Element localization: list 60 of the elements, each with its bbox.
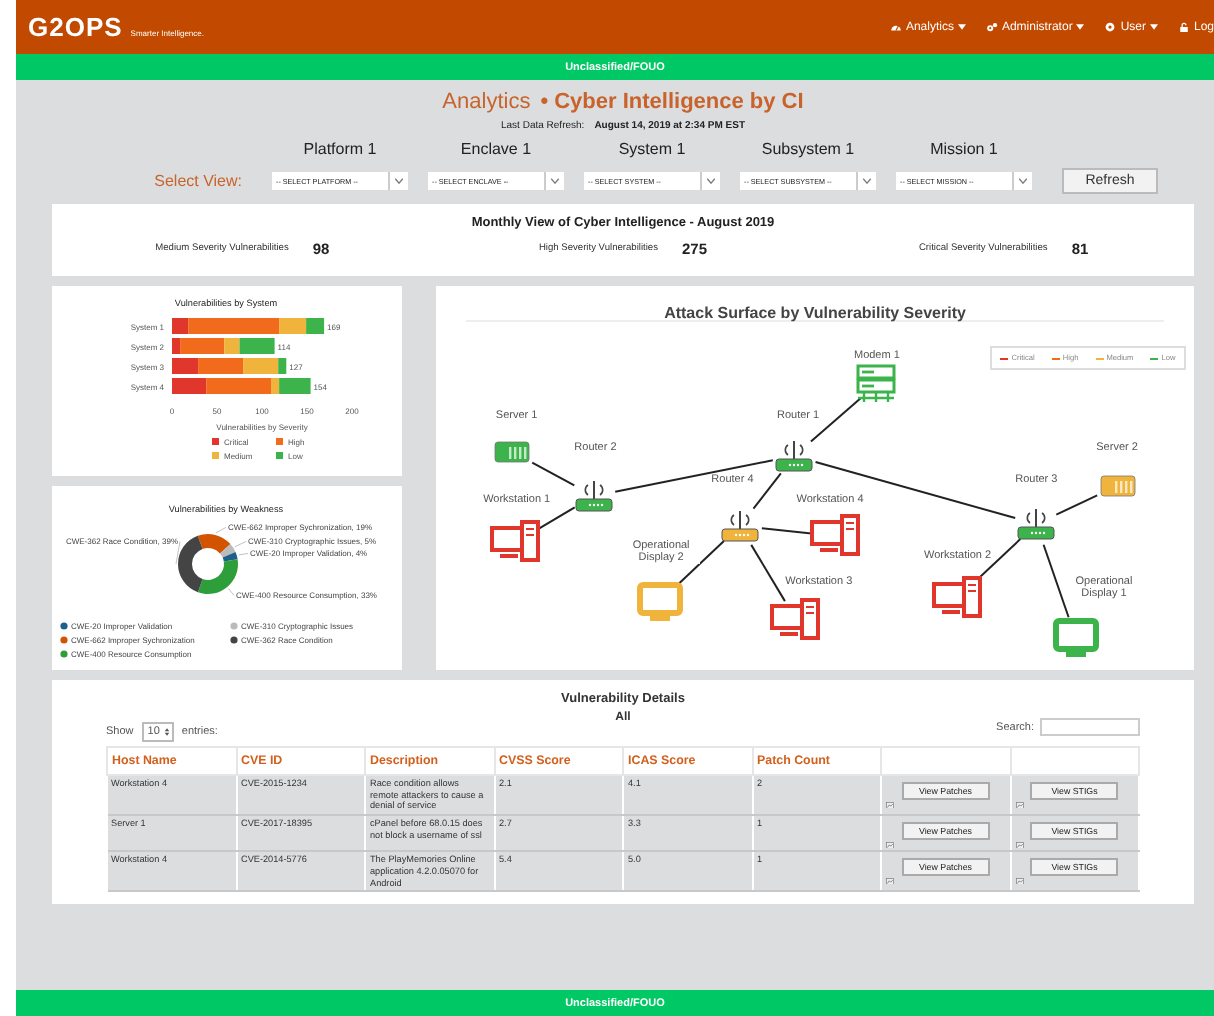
- broken-image-icon: [1015, 801, 1023, 808]
- connection-line: [531, 461, 576, 487]
- caret-icon: [1076, 24, 1085, 30]
- diagram-title: Attack Surface by Vulnerability Severity: [466, 286, 1164, 322]
- server-icon[interactable]: [494, 441, 531, 463]
- router-icon[interactable]: [719, 509, 760, 543]
- broken-image-icon: [886, 877, 894, 885]
- page-section-title: Analytics: [442, 90, 531, 114]
- broken-image-icon: [886, 801, 894, 808]
- dashboard-icon: [889, 22, 902, 32]
- connection-line: [1055, 494, 1099, 516]
- user-icon: [1104, 22, 1117, 32]
- caret-icon: [957, 24, 966, 30]
- computer-icon[interactable]: [770, 598, 823, 642]
- filter-heading: Mission 1: [928, 140, 1000, 158]
- router-icon[interactable]: [1016, 507, 1057, 541]
- legend-dot: [230, 622, 238, 630]
- search-field[interactable]: [1040, 718, 1140, 736]
- connection-line: [1042, 543, 1070, 619]
- connection-line: [750, 543, 786, 603]
- page-title: • Cyber Intelligence by CI: [540, 90, 804, 114]
- filter-heading: System 1: [616, 140, 688, 158]
- legend-dot: [230, 636, 238, 644]
- filter-heading: Enclave 1: [458, 140, 534, 158]
- server-icon[interactable]: [1099, 475, 1136, 497]
- monitor-icon[interactable]: [1051, 617, 1100, 659]
- leader-line: [234, 541, 247, 548]
- chevron-down-icon: [706, 178, 716, 184]
- connection-line: [809, 397, 862, 443]
- leader-line: [215, 527, 227, 534]
- gears-icon: [985, 22, 998, 32]
- connection-line: [534, 506, 576, 532]
- select-view-label: Select View:: [152, 172, 244, 190]
- lock-icon: [1177, 22, 1190, 32]
- chevron-down-icon: [550, 178, 560, 184]
- computer-icon[interactable]: [809, 514, 862, 558]
- legend-dot: [60, 622, 68, 630]
- filter-heading: Platform 1: [301, 140, 379, 158]
- leader-line: [228, 588, 235, 596]
- chart-legend: [212, 436, 305, 461]
- leader-line: [175, 541, 181, 565]
- broken-image-icon: [1015, 841, 1023, 849]
- caret-icon: [1149, 24, 1158, 30]
- broken-image-icon: [886, 841, 894, 849]
- leader-line: [238, 553, 249, 556]
- router-icon[interactable]: [774, 439, 815, 473]
- chevron-down-icon: [1018, 178, 1028, 184]
- computer-icon[interactable]: [490, 520, 543, 564]
- spinner-icon: [163, 726, 170, 738]
- logo[interactable]: G2OPS: [28, 12, 123, 42]
- router-icon[interactable]: [573, 479, 614, 513]
- broken-image-icon: [1015, 877, 1023, 885]
- legend-dot: [60, 636, 68, 644]
- connection-line: [760, 527, 815, 535]
- chevron-down-icon: [394, 178, 404, 184]
- computer-icon[interactable]: [931, 576, 984, 620]
- chevron-down-icon: [862, 178, 872, 184]
- legend-dot: [60, 650, 68, 658]
- filter-heading: Subsystem 1: [759, 140, 857, 158]
- server-rack-icon[interactable]: [856, 364, 897, 404]
